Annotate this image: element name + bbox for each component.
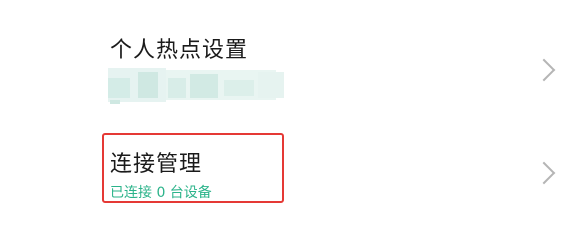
chevron-right-icon (532, 58, 556, 82)
connection-management-row[interactable]: 连接管理 已连接 0 台设备 (0, 118, 574, 223)
hotspot-settings-row[interactable]: 个人热点设置 (0, 0, 574, 118)
chevron-right-icon (532, 161, 556, 185)
hotspot-settings-screen: 个人热点设置 连接管理 已连接 0 台设备 (0, 0, 574, 223)
connection-management-title: 连接管理 (110, 152, 203, 177)
connected-devices-count: 已连接 0 台设备 (110, 185, 212, 201)
obscured-hotspot-name (108, 68, 288, 108)
hotspot-settings-title: 个人热点设置 (110, 38, 249, 63)
